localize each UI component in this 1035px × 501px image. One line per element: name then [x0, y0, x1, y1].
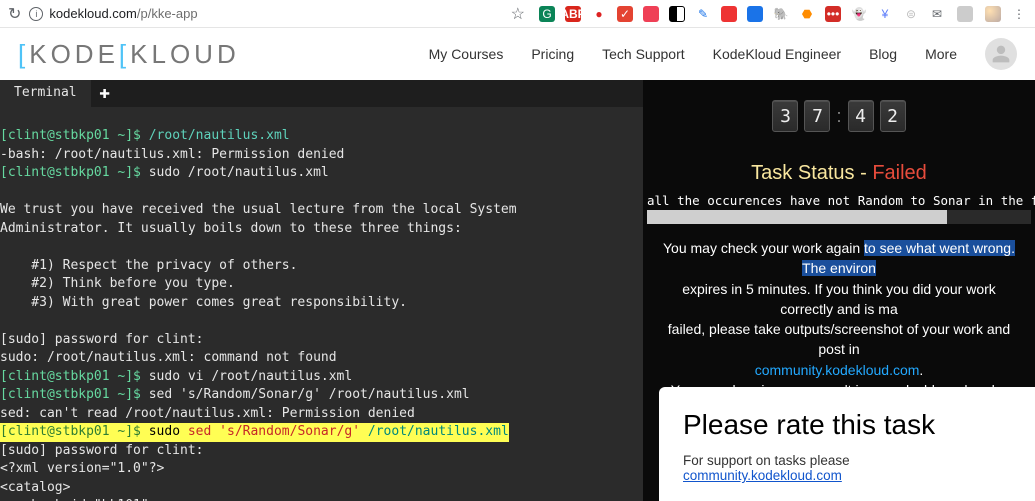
- main-nav: My Courses Pricing Tech Support KodeKlou…: [429, 38, 1017, 70]
- output-line: sudo: /root/nautilus.xml: command not fo…: [0, 350, 337, 365]
- output-line: #1) Respect the privacy of others.: [0, 258, 297, 273]
- task-status-result: Failed: [872, 162, 926, 184]
- cmd-text: sudo vi /root/nautilus.xml: [149, 369, 353, 384]
- extension-icons: G ABP ● ✓ ✎ 🐘 ⬣ ••• 👻 ¥ ⊜ ✉ ⋮: [539, 6, 1027, 22]
- task-status: Task Status - Failed: [643, 162, 1035, 185]
- nav-pricing[interactable]: Pricing: [531, 46, 574, 62]
- ghostery-icon[interactable]: 👻: [851, 6, 867, 22]
- output-line: sed: can't read /root/nautilus.xml: Perm…: [0, 406, 415, 421]
- timer-digit: 4: [848, 100, 874, 132]
- horizontal-scrollbar[interactable]: [647, 210, 1031, 224]
- output-line: We trust you have received the usual lec…: [0, 202, 517, 217]
- community-link[interactable]: community.kodekloud.com: [755, 362, 920, 378]
- rate-title: Please rate this task: [683, 409, 1011, 441]
- workspace: Terminal ✚ [clint@stbkp01 ~]$ /root/naut…: [0, 80, 1035, 501]
- address-bar[interactable]: i kodekloud.com/p/kke-app: [29, 6, 502, 21]
- prompt: [clint@stbkp01 ~]$: [0, 165, 149, 180]
- evernote-icon[interactable]: 🐘: [773, 6, 789, 22]
- text: expires in 5 minutes. If you think you d…: [682, 281, 996, 317]
- kodekloud-logo[interactable]: [KODE[KLOUD: [18, 39, 240, 70]
- output-line: <?xml version="1.0"?>: [0, 461, 164, 476]
- prompt: [clint@stbkp01 ~]$: [0, 369, 149, 384]
- blue-circle-icon[interactable]: [747, 6, 763, 22]
- nav-my-courses[interactable]: My Courses: [429, 46, 504, 62]
- status-panel: 3 7 : 4 2 Task Status - Failed all the o…: [643, 80, 1035, 501]
- timer-colon: :: [836, 106, 841, 127]
- browser-toolbar: ↻ i kodekloud.com/p/kke-app ☆ G ABP ● ✓ …: [0, 0, 1035, 28]
- timer-digit: 3: [772, 100, 798, 132]
- browser-menu-icon[interactable]: ⋮: [1011, 6, 1027, 22]
- task-status-label: Task Status -: [751, 162, 872, 184]
- profile-avatar-icon[interactable]: [985, 6, 1001, 22]
- reload-icon[interactable]: ↻: [8, 4, 21, 24]
- mail-icon[interactable]: ✉: [929, 6, 945, 22]
- darkmode-icon[interactable]: [669, 6, 685, 22]
- error-message: all the occurences have not Random to So…: [643, 193, 1035, 208]
- adblock-icon[interactable]: ABP: [565, 6, 581, 22]
- grey-extension-icon[interactable]: ⊜: [903, 6, 919, 22]
- nav-kke[interactable]: KodeKloud Engineer: [713, 46, 841, 62]
- output-line: #3) With great power comes great respons…: [0, 295, 407, 310]
- bookmark-star-icon[interactable]: ☆: [511, 4, 525, 24]
- terminal-tab[interactable]: Terminal: [0, 80, 91, 107]
- countdown-timer: 3 7 : 4 2: [643, 100, 1035, 132]
- output-line: Administrator. It usually boils down to …: [0, 221, 462, 236]
- toolbar-divider: [957, 6, 973, 22]
- output-line: [sudo] password for clint:: [0, 332, 204, 347]
- highlighter-icon[interactable]: ✎: [695, 6, 711, 22]
- cmd-text: sed 's/Random/Sonar/g' /root/nautilus.xm…: [149, 387, 470, 402]
- url-text: kodekloud.com/p/kke-app: [49, 6, 197, 21]
- highlighted-line: [clint@stbkp01 ~]$ sudo sed 's/Random/So…: [0, 423, 509, 442]
- profile-icon[interactable]: [985, 38, 1017, 70]
- lastpass-icon[interactable]: •••: [825, 6, 841, 22]
- output-line: #2) Think before you type.: [0, 276, 235, 291]
- terminal-output[interactable]: [clint@stbkp01 ~]$ /root/nautilus.xml -b…: [0, 107, 643, 501]
- cmd-text: /root/nautilus.xml: [149, 128, 290, 143]
- prompt: [clint@stbkp01 ~]$: [0, 128, 149, 143]
- pocket-icon[interactable]: [643, 6, 659, 22]
- prompt: [clint@stbkp01 ~]$: [0, 387, 149, 402]
- nav-blog[interactable]: Blog: [869, 46, 897, 62]
- pinterest-icon[interactable]: ●: [591, 6, 607, 22]
- text: You may check your work again: [663, 240, 864, 256]
- site-header: [KODE[KLOUD My Courses Pricing Tech Supp…: [0, 28, 1035, 80]
- add-tab-icon[interactable]: ✚: [91, 80, 119, 107]
- cmd-text: sudo /root/nautilus.xml: [149, 165, 329, 180]
- lighthouse-icon[interactable]: ¥: [877, 6, 893, 22]
- nav-more[interactable]: More: [925, 46, 957, 62]
- orange-shield-icon[interactable]: ⬣: [799, 6, 815, 22]
- terminal-panel: Terminal ✚ [clint@stbkp01 ~]$ /root/naut…: [0, 80, 643, 501]
- red-extension-icon[interactable]: [721, 6, 737, 22]
- todoist-icon[interactable]: ✓: [617, 6, 633, 22]
- rate-task-card: Please rate this task For support on tas…: [659, 387, 1035, 501]
- timer-digit: 7: [804, 100, 830, 132]
- site-info-icon[interactable]: i: [29, 7, 43, 21]
- scrollbar-thumb[interactable]: [647, 210, 947, 224]
- output-line: [sudo] password for clint:: [0, 443, 204, 458]
- output-line: <catalog>: [0, 480, 70, 495]
- nav-tech-support[interactable]: Tech Support: [602, 46, 685, 62]
- text: failed, please take outputs/screenshot o…: [668, 321, 1010, 357]
- output-line: -bash: /root/nautilus.xml: Permission de…: [0, 147, 344, 162]
- grammarly-icon[interactable]: G: [539, 6, 555, 22]
- rate-support-text: For support on tasks please community.ko…: [683, 453, 1011, 483]
- terminal-tab-bar: Terminal ✚: [0, 80, 643, 107]
- timer-digit: 2: [880, 100, 906, 132]
- support-link[interactable]: community.kodekloud.com: [683, 468, 842, 483]
